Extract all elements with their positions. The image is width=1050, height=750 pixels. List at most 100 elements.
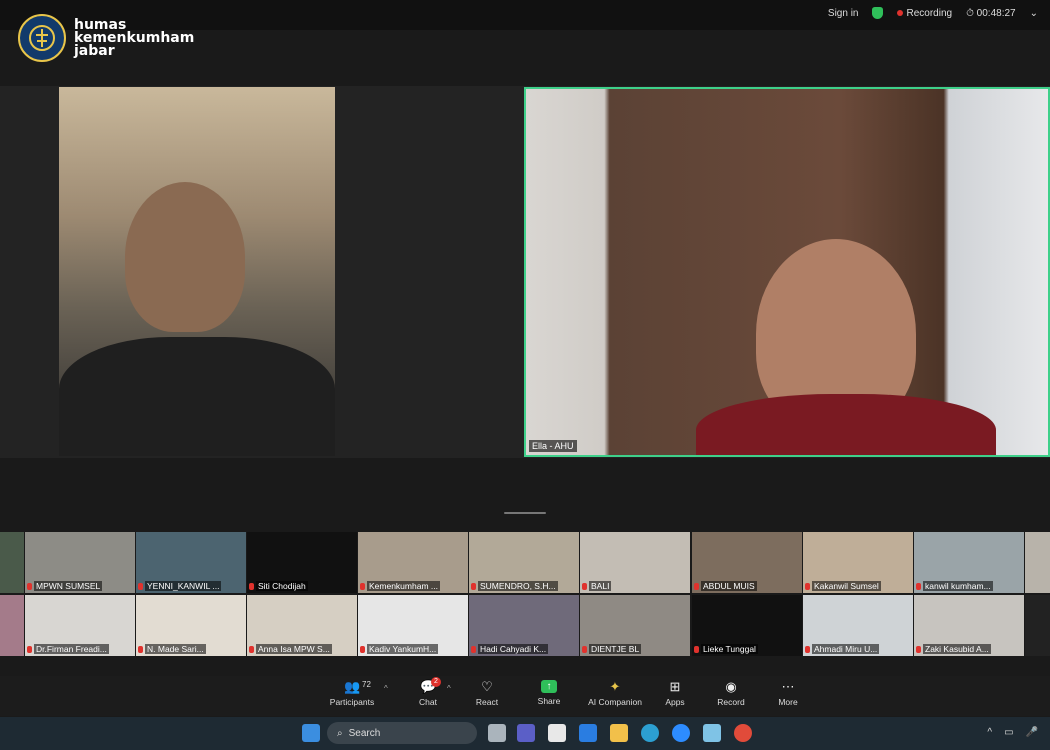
mic-muted-icon (471, 582, 476, 590)
mic-muted-icon (249, 582, 254, 590)
clock-icon: ⏱ (966, 7, 974, 19)
participant-tile[interactable]: Lieke Tunggal (692, 595, 802, 656)
chevron-down-icon[interactable]: ⌄ (1030, 8, 1038, 19)
mic-muted-icon (805, 582, 810, 590)
humas-watermark: humas kemenkumham jabar (18, 14, 194, 62)
participant-tile[interactable]: SUMENDRO, S.H... (469, 532, 579, 593)
participant-name: Kadiv YankumH... (360, 644, 464, 654)
file-explorer-icon[interactable] (610, 724, 628, 742)
chat-label: Chat (419, 697, 437, 707)
participant-tile[interactable]: ABDUL MUIS (692, 532, 802, 593)
mic-muted-icon (138, 582, 143, 590)
apps-grid-icon: ⊞ (669, 679, 681, 694)
gallery-resize-handle[interactable] (504, 512, 546, 514)
participant-tile[interactable]: Siti Chodijah (247, 532, 357, 593)
participant-tile[interactable] (1025, 532, 1050, 593)
top-right-controls: Sign in Recording ⏱ 00:48:27 ⌄ (828, 7, 1038, 19)
react-button[interactable]: ♡ React (457, 679, 517, 708)
participant-tile[interactable]: Kemenkumham ... (358, 532, 468, 593)
teams-icon[interactable] (517, 724, 535, 742)
participant-tile[interactable]: BALI (580, 532, 690, 593)
participant-name: Ahmadi Miru U... (805, 644, 909, 654)
more-button[interactable]: ⋯ More (758, 679, 818, 708)
search-icon: ⌕ (337, 727, 343, 739)
participant-name: Siti Chodijah (249, 581, 353, 591)
participant-tile[interactable]: Ahmadi Miru U... (803, 595, 913, 656)
chat-caret-icon[interactable]: ^ (447, 684, 451, 693)
participant-tile[interactable]: Kakanwil Sumsel (803, 532, 913, 593)
microphone-icon[interactable]: 🎤 (1026, 727, 1038, 738)
apps-label: Apps (665, 697, 685, 707)
sign-in-link[interactable]: Sign in (828, 8, 859, 19)
notepad-icon[interactable] (703, 724, 721, 742)
person-silhouette (125, 182, 245, 332)
participant-tile[interactable]: kanwil kumham... (914, 532, 1024, 593)
participant-tile[interactable]: Hadi Cahyadi K... (469, 595, 579, 656)
participant-tile[interactable] (0, 532, 24, 593)
speaker-video-left[interactable] (59, 87, 335, 456)
participants-count: 72 (362, 680, 371, 689)
mic-muted-icon (360, 645, 365, 653)
participants-caret-icon[interactable]: ^ (384, 684, 388, 693)
participant-tile[interactable]: Zaki Kasubid A... (914, 595, 1024, 656)
participant-name: Kemenkumham ... (360, 581, 464, 591)
record-label: Record (717, 697, 745, 707)
mail-icon[interactable] (579, 724, 597, 742)
recording-dot-icon (897, 9, 904, 16)
react-label: React (475, 697, 499, 707)
person-body (59, 337, 335, 456)
participant-tile[interactable]: DIENTJE BL (580, 595, 690, 656)
chat-badge: 2 (431, 677, 441, 687)
mic-muted-icon (694, 582, 699, 590)
recording-indicator[interactable]: Recording (897, 8, 952, 19)
participants-button[interactable]: 👥 Participants 72 (322, 679, 382, 708)
chrome-browser-icon[interactable] (734, 724, 752, 742)
participant-tile[interactable]: Dr.Firman Freadi... (25, 595, 135, 656)
participants-icon: 👥 (344, 679, 361, 694)
ai-companion-button[interactable]: ✦ AI Companion (582, 680, 648, 708)
timer-value: 00:48:27 (976, 7, 1016, 19)
battery-icon[interactable]: ▭ (1004, 727, 1013, 738)
meeting-timer: ⏱ 00:48:27 (966, 8, 1016, 19)
participant-name: DIENTJE BL (582, 644, 686, 654)
recording-label: Recording (906, 7, 953, 19)
participant-tile[interactable]: Kadiv YankumH... (358, 595, 468, 656)
taskbar-search[interactable]: ⌕ Search (327, 722, 477, 744)
participant-name: Zaki Kasubid A... (916, 644, 1020, 654)
record-button[interactable]: ◉ Record (701, 680, 761, 708)
zoom-app-icon[interactable] (672, 724, 690, 742)
search-placeholder: Search (348, 727, 381, 739)
watermark-text: humas kemenkumham jabar (74, 18, 194, 58)
participant-tile[interactable]: Anna Isa MPW S... (247, 595, 357, 656)
participant-tile[interactable] (1025, 595, 1050, 656)
share-label: Share (537, 696, 561, 706)
meeting-toolbar: 👥 Participants 72 ^ 💬 2 Chat ^ ♡ React ↑… (0, 676, 1050, 716)
mic-muted-icon (27, 645, 32, 653)
participant-tile[interactable] (0, 595, 24, 656)
participant-name: MPWN SUMSEL (27, 581, 131, 591)
tray-chevron-icon[interactable]: ^ (987, 727, 992, 738)
edge-browser-icon[interactable] (641, 724, 659, 742)
participant-tile[interactable]: N. Made Sari... (136, 595, 246, 656)
system-tray: ^ ▭ 🎤 (987, 727, 1038, 738)
mic-muted-icon (138, 645, 143, 653)
encryption-shield-icon[interactable] (872, 7, 884, 19)
share-button[interactable]: ↑ Share (519, 680, 579, 706)
windows-taskbar: ⌕ Search ^ ▭ 🎤 (0, 717, 1050, 750)
participant-name: Lieke Tunggal (694, 644, 798, 654)
heart-icon: ♡ (481, 679, 493, 694)
apps-button[interactable]: ⊞ Apps (645, 679, 705, 708)
participant-name: Anna Isa MPW S... (249, 644, 353, 654)
task-view-icon[interactable] (488, 724, 506, 742)
windows-start-icon[interactable] (302, 724, 320, 742)
participant-name: BALI (582, 581, 686, 591)
participant-tile[interactable]: MPWN SUMSEL (25, 532, 135, 593)
store-icon[interactable] (548, 724, 566, 742)
mic-muted-icon (360, 582, 365, 590)
speaker-video-right[interactable]: Ella - AHU (524, 87, 1050, 457)
participant-tile[interactable]: YENNI_KANWIL ... (136, 532, 246, 593)
mic-muted-icon (805, 645, 810, 653)
more-dots-icon: ⋯ (781, 679, 795, 694)
mic-muted-icon (694, 645, 699, 653)
participant-name: Kakanwil Sumsel (805, 581, 909, 591)
